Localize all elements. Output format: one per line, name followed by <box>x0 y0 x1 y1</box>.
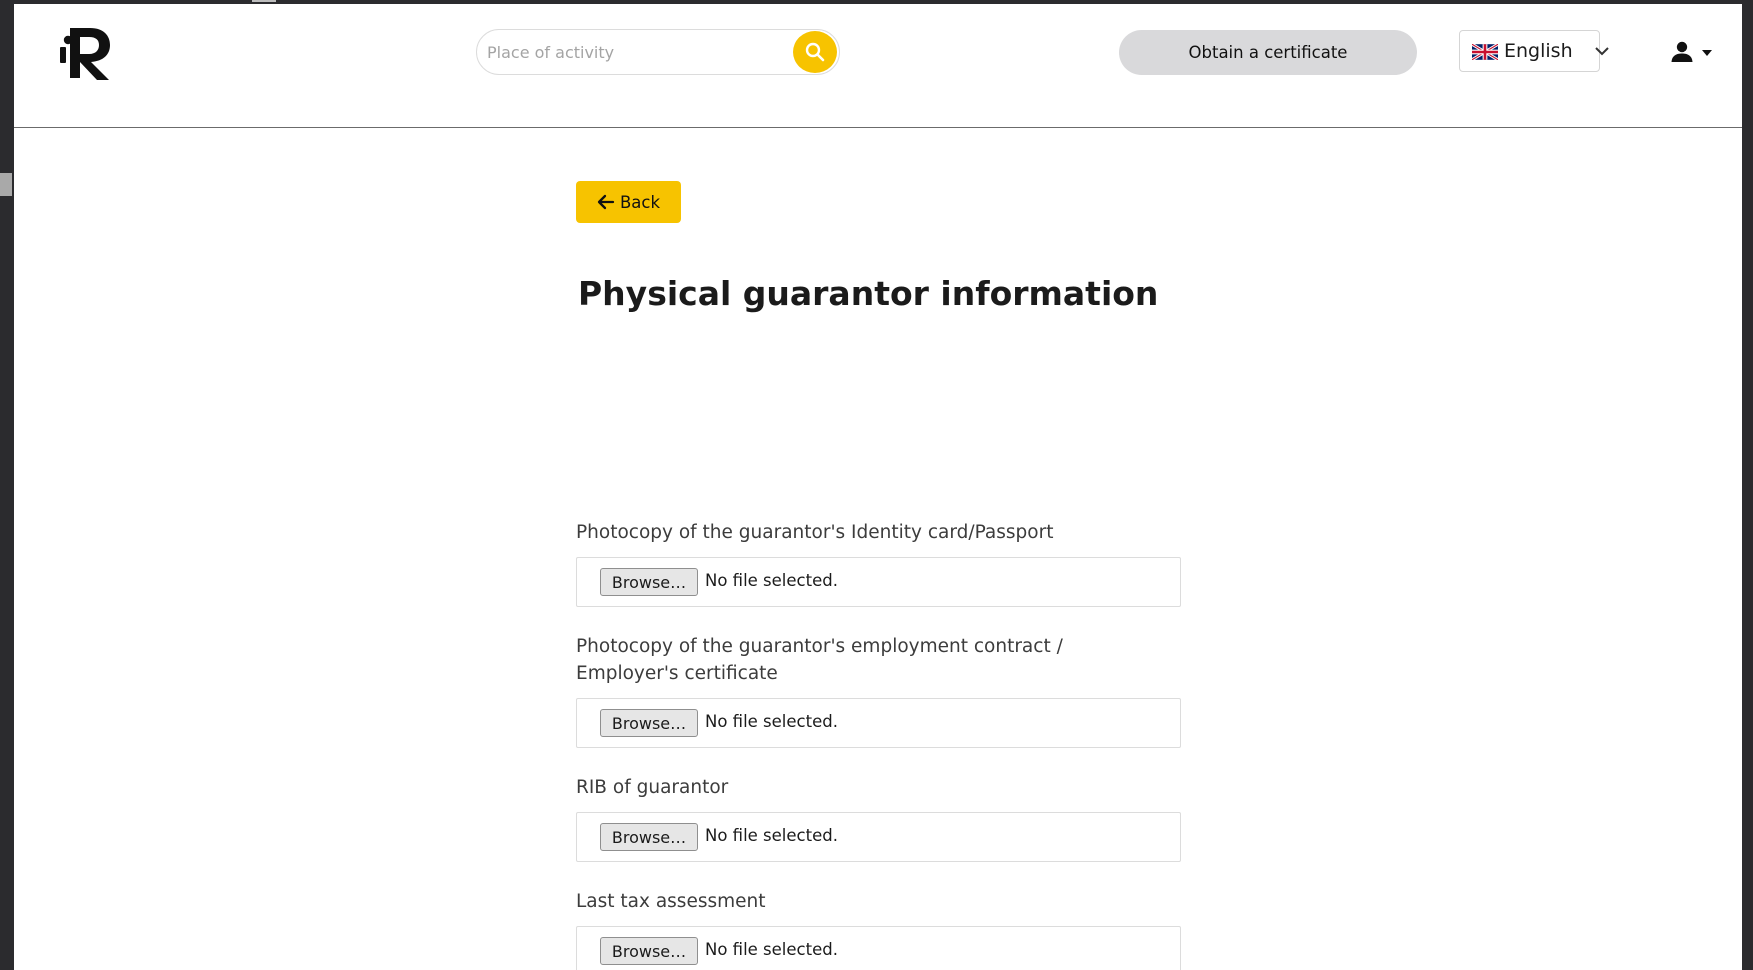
scroll-handle[interactable] <box>0 173 12 196</box>
id-card-browse-button[interactable]: Browse… <box>600 568 698 596</box>
logo-icon[interactable] <box>58 20 118 82</box>
employment-contract-browse-button[interactable]: Browse… <box>600 709 698 737</box>
employment-contract-file-status: No file selected. <box>705 712 838 731</box>
search-input[interactable] <box>487 38 777 66</box>
user-icon <box>1671 41 1693 62</box>
tax-assessment-file-input[interactable]: Browse… No file selected. <box>576 926 1181 970</box>
page-viewport: Obtain a certificate English <box>14 4 1742 970</box>
rib-file-input[interactable]: Browse… No file selected. <box>576 812 1181 862</box>
back-button[interactable]: Back <box>576 181 681 223</box>
tab-indicator <box>252 0 276 2</box>
employment-contract-label-line1: Photocopy of the guarantor's employment … <box>576 636 1063 657</box>
user-menu[interactable] <box>1670 40 1718 66</box>
rib-label: RIB of guarantor <box>576 777 729 798</box>
id-card-file-status: No file selected. <box>705 571 838 590</box>
id-card-label: Photocopy of the guarantor's Identity ca… <box>576 522 1054 543</box>
left-gutter <box>0 0 14 970</box>
arrow-left-icon <box>597 194 615 210</box>
tax-assessment-label: Last tax assessment <box>576 891 766 912</box>
language-label: English <box>1504 40 1573 62</box>
employment-contract-label-line2: Employer's certificate <box>576 663 778 684</box>
caret-down-icon <box>1702 50 1712 56</box>
site-header: Obtain a certificate English <box>14 4 1742 128</box>
tax-assessment-file-status: No file selected. <box>705 940 838 959</box>
page-title: Physical guarantor information <box>578 274 1159 313</box>
rib-browse-button[interactable]: Browse… <box>600 823 698 851</box>
search-button[interactable] <box>793 31 837 73</box>
employment-contract-file-input[interactable]: Browse… No file selected. <box>576 698 1181 748</box>
employment-contract-label: Photocopy of the guarantor's employment … <box>576 633 1063 687</box>
uk-flag-icon <box>1472 44 1498 60</box>
tax-assessment-browse-button[interactable]: Browse… <box>600 937 698 965</box>
id-card-file-input[interactable]: Browse… No file selected. <box>576 557 1181 607</box>
right-gutter <box>1742 0 1753 970</box>
back-label: Back <box>619 192 661 212</box>
search-bar <box>476 29 840 75</box>
language-selector[interactable]: English <box>1459 30 1609 72</box>
chevron-down-icon <box>1595 47 1609 56</box>
obtain-certificate-button[interactable]: Obtain a certificate <box>1119 30 1417 75</box>
rib-file-status: No file selected. <box>705 826 838 845</box>
search-icon <box>805 42 825 62</box>
